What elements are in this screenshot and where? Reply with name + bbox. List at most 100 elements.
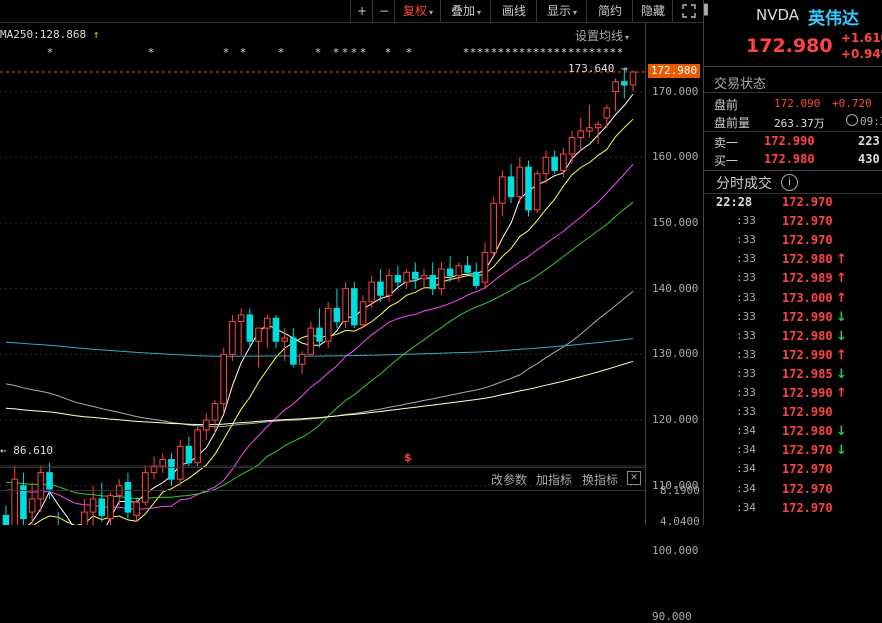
candle-body[interactable] <box>298 353 306 365</box>
time-sales-row[interactable]: :34 172.980 ↓ <box>704 424 882 443</box>
event-marker[interactable]: * <box>561 46 567 59</box>
event-marker[interactable]: * <box>406 46 412 59</box>
time-sales-row[interactable]: :34 172.970 ↓ <box>704 443 882 462</box>
candle-body[interactable] <box>586 127 593 132</box>
candle-body[interactable] <box>594 123 602 129</box>
candle-body[interactable] <box>28 498 36 513</box>
candle-body[interactable] <box>89 498 97 513</box>
info-icon[interactable]: i <box>781 174 798 191</box>
candle-body[interactable] <box>342 288 349 323</box>
event-marker[interactable]: * <box>342 46 348 59</box>
event-marker[interactable]: * <box>610 46 616 59</box>
event-marker[interactable]: * <box>505 46 511 59</box>
ask-price[interactable]: 172.990 <box>764 134 815 148</box>
event-marker[interactable]: * <box>491 46 497 59</box>
candle-body[interactable] <box>429 275 437 290</box>
candle-body[interactable] <box>507 176 515 198</box>
candle-body[interactable] <box>324 307 332 342</box>
candle-body[interactable] <box>133 501 140 516</box>
collapse-handle[interactable]: ▌ <box>704 5 716 23</box>
event-marker[interactable]: * <box>589 46 595 59</box>
candle-body[interactable] <box>560 153 567 171</box>
event-marker[interactable]: * <box>333 46 339 59</box>
event-marker[interactable]: * <box>47 46 53 59</box>
event-marker[interactable]: * <box>526 46 532 59</box>
event-marker[interactable]: * <box>484 46 490 59</box>
event-marker[interactable]: * <box>512 46 518 59</box>
overlay-button[interactable]: 叠加 ▾ <box>440 0 491 22</box>
candle-body[interactable] <box>542 156 550 175</box>
event-marker[interactable]: * <box>463 46 469 59</box>
ma-settings-button[interactable]: 设置均线 ▾ <box>575 27 629 44</box>
hide-button[interactable]: 隐藏 <box>632 0 673 22</box>
candle-body[interactable] <box>385 275 393 296</box>
time-sales-row[interactable]: :34 172.970 <box>704 501 882 520</box>
candle-body[interactable] <box>307 327 315 355</box>
candle-body[interactable] <box>81 511 88 525</box>
candle-body[interactable] <box>551 156 558 171</box>
event-marker[interactable]: * <box>568 46 574 59</box>
candle-body[interactable] <box>438 268 445 290</box>
time-sales-row[interactable]: :33 173.000 ↑ <box>704 291 882 310</box>
candle-body[interactable] <box>107 495 114 520</box>
time-sales-row[interactable]: :34 172.970 <box>704 482 882 501</box>
event-marker[interactable]: * <box>596 46 602 59</box>
candle-body[interactable] <box>281 337 288 342</box>
time-sales-row[interactable]: :33 172.985 ↓ <box>704 367 882 386</box>
event-marker[interactable]: * <box>360 46 366 59</box>
candle-body[interactable] <box>263 317 271 329</box>
candle-body[interactable] <box>255 327 262 342</box>
fullscreen-icon[interactable] <box>672 0 704 22</box>
time-sales-list[interactable]: 22:28 172.970:33 172.970:33 172.970:33 172.9… <box>704 195 882 525</box>
event-marker[interactable]: * <box>240 46 246 59</box>
close-icon[interactable]: ✕ <box>627 471 641 485</box>
candle-body[interactable] <box>368 281 376 303</box>
candle-body[interactable] <box>394 275 402 283</box>
candle-body[interactable] <box>533 173 541 211</box>
candle-body[interactable] <box>159 458 167 467</box>
dividend-marker[interactable]: $ <box>404 451 412 464</box>
candle-body[interactable] <box>272 317 280 342</box>
event-marker[interactable]: * <box>498 46 504 59</box>
candle-body[interactable] <box>612 81 619 93</box>
event-marker[interactable]: * <box>540 46 546 59</box>
time-sales-row[interactable]: :33 172.970 <box>704 214 882 233</box>
candle-body[interactable] <box>490 202 497 254</box>
candle-body[interactable] <box>516 166 524 198</box>
candle-body[interactable] <box>420 275 428 280</box>
candle-body[interactable] <box>220 353 228 405</box>
event-marker[interactable]: * <box>603 46 609 59</box>
time-sales-row[interactable]: :34 172.970 <box>704 462 882 481</box>
time-sales-row[interactable]: :33 172.980 ↓ <box>704 329 882 348</box>
candle-body[interactable] <box>316 327 323 342</box>
switch-indicator-button[interactable]: 换指标 <box>582 471 618 488</box>
candle-body[interactable] <box>629 71 637 86</box>
event-marker[interactable]: * <box>315 46 321 59</box>
bid-price[interactable]: 172.980 <box>764 152 815 166</box>
event-marker[interactable]: * <box>533 46 539 59</box>
candle-body[interactable] <box>237 314 245 323</box>
candle-body[interactable] <box>351 288 358 326</box>
candle-body[interactable] <box>525 166 532 211</box>
candle-body[interactable] <box>577 130 585 139</box>
adjust-price-button[interactable]: 复权 ▾ <box>394 0 441 22</box>
change-params-button[interactable]: 改参数 <box>491 471 527 488</box>
candle-body[interactable] <box>455 265 463 277</box>
event-marker[interactable]: * <box>351 46 357 59</box>
event-marker[interactable]: * <box>223 46 229 59</box>
event-marker[interactable]: * <box>148 46 154 59</box>
event-marker[interactable]: * <box>477 46 483 59</box>
candle-body[interactable] <box>98 498 106 516</box>
candle-body[interactable] <box>2 514 10 525</box>
event-marker[interactable]: * <box>575 46 581 59</box>
candle-body[interactable] <box>377 281 384 296</box>
event-marker[interactable]: * <box>519 46 525 59</box>
candle-body[interactable] <box>211 403 219 421</box>
candle-body[interactable] <box>359 301 367 326</box>
event-marker[interactable]: * <box>547 46 553 59</box>
event-marker[interactable]: * <box>278 46 284 59</box>
candle-body[interactable] <box>446 268 454 277</box>
candle-body[interactable] <box>202 419 210 431</box>
time-sales-row[interactable]: :33 172.990 ↑ <box>704 348 882 367</box>
time-sales-row[interactable]: :33 172.990 <box>704 405 882 424</box>
